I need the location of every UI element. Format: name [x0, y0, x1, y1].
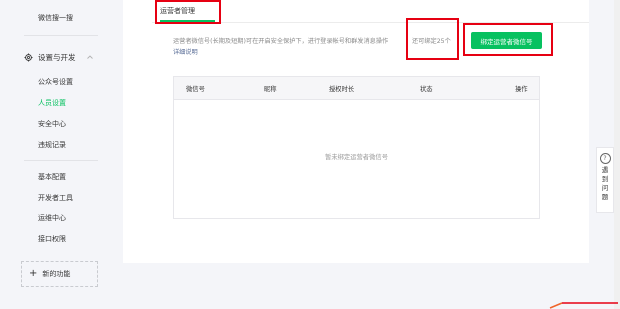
column-header-nickname: 昵称 — [264, 86, 277, 93]
table-empty-state: 暂未绑定运营者微信号 — [325, 154, 388, 161]
corner-decoration — [549, 302, 618, 309]
sidebar-item-weixin-search[interactable]: 微信搜一搜 — [38, 13, 73, 23]
sidebar-item-violations[interactable]: 违规记录 — [38, 140, 66, 150]
sidebar: 微信搜一搜 设置与开发 公众号设置 人员设置 安全中心 违规记录 基本配置 开发… — [0, 0, 108, 309]
sidebar-item-account-settings[interactable]: 公众号设置 — [38, 77, 73, 87]
help-float-button[interactable]: ? 遇到问题 — [596, 147, 614, 213]
new-feature-button[interactable]: + 新的功能 — [21, 261, 98, 287]
annotation-box-bind-button — [463, 23, 553, 56]
operators-table: 微信号 昵称 授权时长 状态 操作 暂未绑定运营者微信号 — [173, 76, 540, 219]
sidebar-group-settings-dev[interactable]: 设置与开发 — [24, 50, 108, 64]
column-header-auth-duration: 授权时长 — [329, 86, 355, 93]
scrollbar[interactable] — [614, 0, 620, 309]
sidebar-item-security-center[interactable]: 安全中心 — [38, 119, 66, 129]
gear-icon — [24, 52, 33, 62]
table-header: 微信号 昵称 授权时长 状态 操作 — [174, 77, 539, 100]
sidebar-item-ops-center[interactable]: 运维中心 — [38, 213, 66, 223]
annotation-box-remaining — [406, 18, 459, 60]
sidebar-item-people-settings[interactable]: 人员设置 — [38, 98, 66, 108]
sidebar-divider — [24, 35, 98, 36]
sidebar-group-label: 设置与开发 — [38, 52, 76, 62]
column-header-status: 状态 — [420, 86, 433, 93]
sidebar-item-api-permissions[interactable]: 接口权限 — [38, 234, 66, 244]
chevron-up-icon — [86, 55, 93, 59]
details-link[interactable]: 详细说明 — [173, 49, 198, 56]
description-body: 运营者微信号(长期及短期)可在开启安全保护下，进行登录帐号和群发消息操作 — [173, 38, 389, 45]
column-header-wechat-id: 微信号 — [186, 86, 205, 93]
sidebar-divider — [24, 160, 98, 161]
column-header-actions: 操作 — [515, 86, 528, 93]
plus-icon: + — [29, 268, 38, 279]
sidebar-item-dev-tools[interactable]: 开发者工具 — [38, 193, 73, 203]
new-feature-label: 新的功能 — [42, 270, 71, 278]
help-label: 遇到问题 — [601, 166, 609, 201]
question-icon: ? — [599, 153, 611, 164]
annotation-box-tab — [155, 0, 221, 24]
sidebar-item-basic-config[interactable]: 基本配置 — [38, 172, 66, 182]
